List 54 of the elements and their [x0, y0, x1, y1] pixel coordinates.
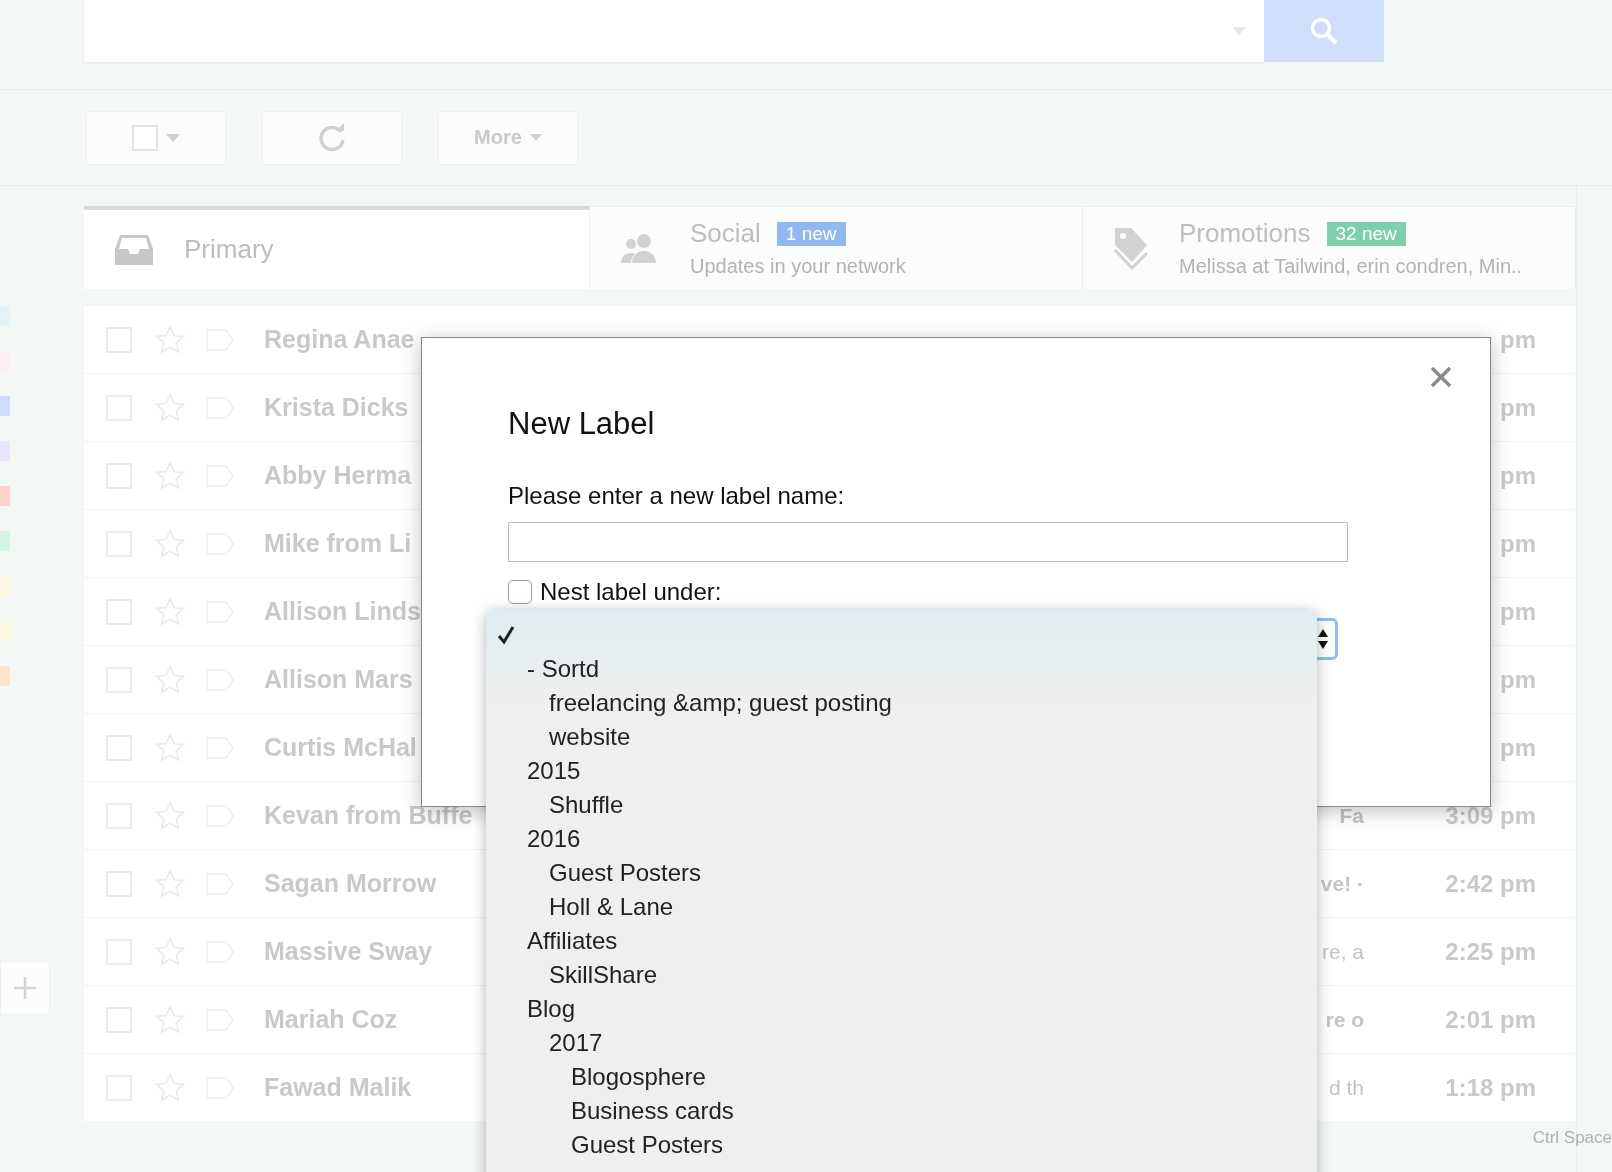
tab-title: Promotions [1179, 218, 1311, 249]
updown-arrows-icon [1317, 628, 1329, 650]
menu-item[interactable]: Blog [486, 992, 1317, 1026]
label-name-prompt: Please enter a new label name: [508, 482, 846, 510]
refresh-icon [317, 122, 347, 153]
refresh-button[interactable] [262, 110, 402, 165]
message-subject: ve! · [1320, 871, 1364, 896]
tab-subtitle: Melissa at Tailwind, erin condren, Min.. [1179, 255, 1523, 278]
menu-item[interactable]: Holl & Lane [486, 890, 1317, 924]
message-subject: d th [1328, 1075, 1364, 1100]
label-color-chip[interactable] [0, 576, 10, 596]
plus-icon [13, 976, 37, 1000]
tab-title: Social [690, 218, 761, 249]
checkbox-icon [132, 124, 158, 151]
nest-checkbox[interactable] [508, 580, 532, 604]
menu-item[interactable]: freelancing &amp; guest posting [486, 686, 1317, 720]
new-count-badge: 1 new [776, 221, 846, 246]
caret-icon [166, 133, 180, 142]
select-button[interactable] [86, 110, 226, 165]
label-name-field[interactable] [508, 522, 1348, 562]
add-button[interactable] [0, 961, 50, 1015]
tag-icon [1113, 226, 1149, 270]
menu-item[interactable]: 2016 [486, 822, 1317, 856]
menu-item[interactable]: 2015 [486, 754, 1317, 788]
new-count-badge: 32 new [1326, 221, 1406, 246]
menu-item[interactable]: SkillShare [486, 958, 1317, 992]
menu-item[interactable]: Shuffle [486, 788, 1317, 822]
tab-title: Primary [184, 234, 274, 265]
nest-label: Nest label under: [540, 578, 722, 606]
menu-item[interactable]: - Sortd [486, 652, 1317, 686]
search-button[interactable] [1264, 0, 1384, 62]
inbox-icon [114, 232, 154, 267]
dialog-title: New Label [508, 406, 656, 442]
menu-item[interactable]: Guest Posters [486, 1128, 1317, 1162]
checkmark-icon [497, 625, 515, 645]
menu-item[interactable]: Blogosphere [486, 1060, 1317, 1094]
label-color-chip[interactable] [0, 396, 10, 416]
menu-item[interactable]: Guest Posters [486, 856, 1317, 890]
label-color-chip[interactable] [0, 666, 10, 686]
shortcut-hint: Ctrl Space [1532, 1128, 1612, 1147]
message-subject: re, a [1321, 939, 1364, 964]
menu-item[interactable]: Affiliates [486, 924, 1317, 958]
message-subject: re o [1325, 1007, 1364, 1032]
menu-item[interactable]: website [486, 720, 1317, 754]
search-field[interactable] [84, 0, 1264, 62]
search-icon [1309, 16, 1339, 46]
label-color-chip[interactable] [0, 531, 10, 551]
menu-item[interactable]: Business cards [486, 1094, 1317, 1128]
menu-item[interactable]: 2017 [486, 1026, 1317, 1060]
caret-icon [529, 134, 542, 141]
message-subject: Fa [1339, 803, 1364, 828]
tab-subtitle: Updates in your network [690, 255, 906, 278]
label-color-chip[interactable] [0, 486, 10, 506]
close-icon [1430, 366, 1452, 388]
